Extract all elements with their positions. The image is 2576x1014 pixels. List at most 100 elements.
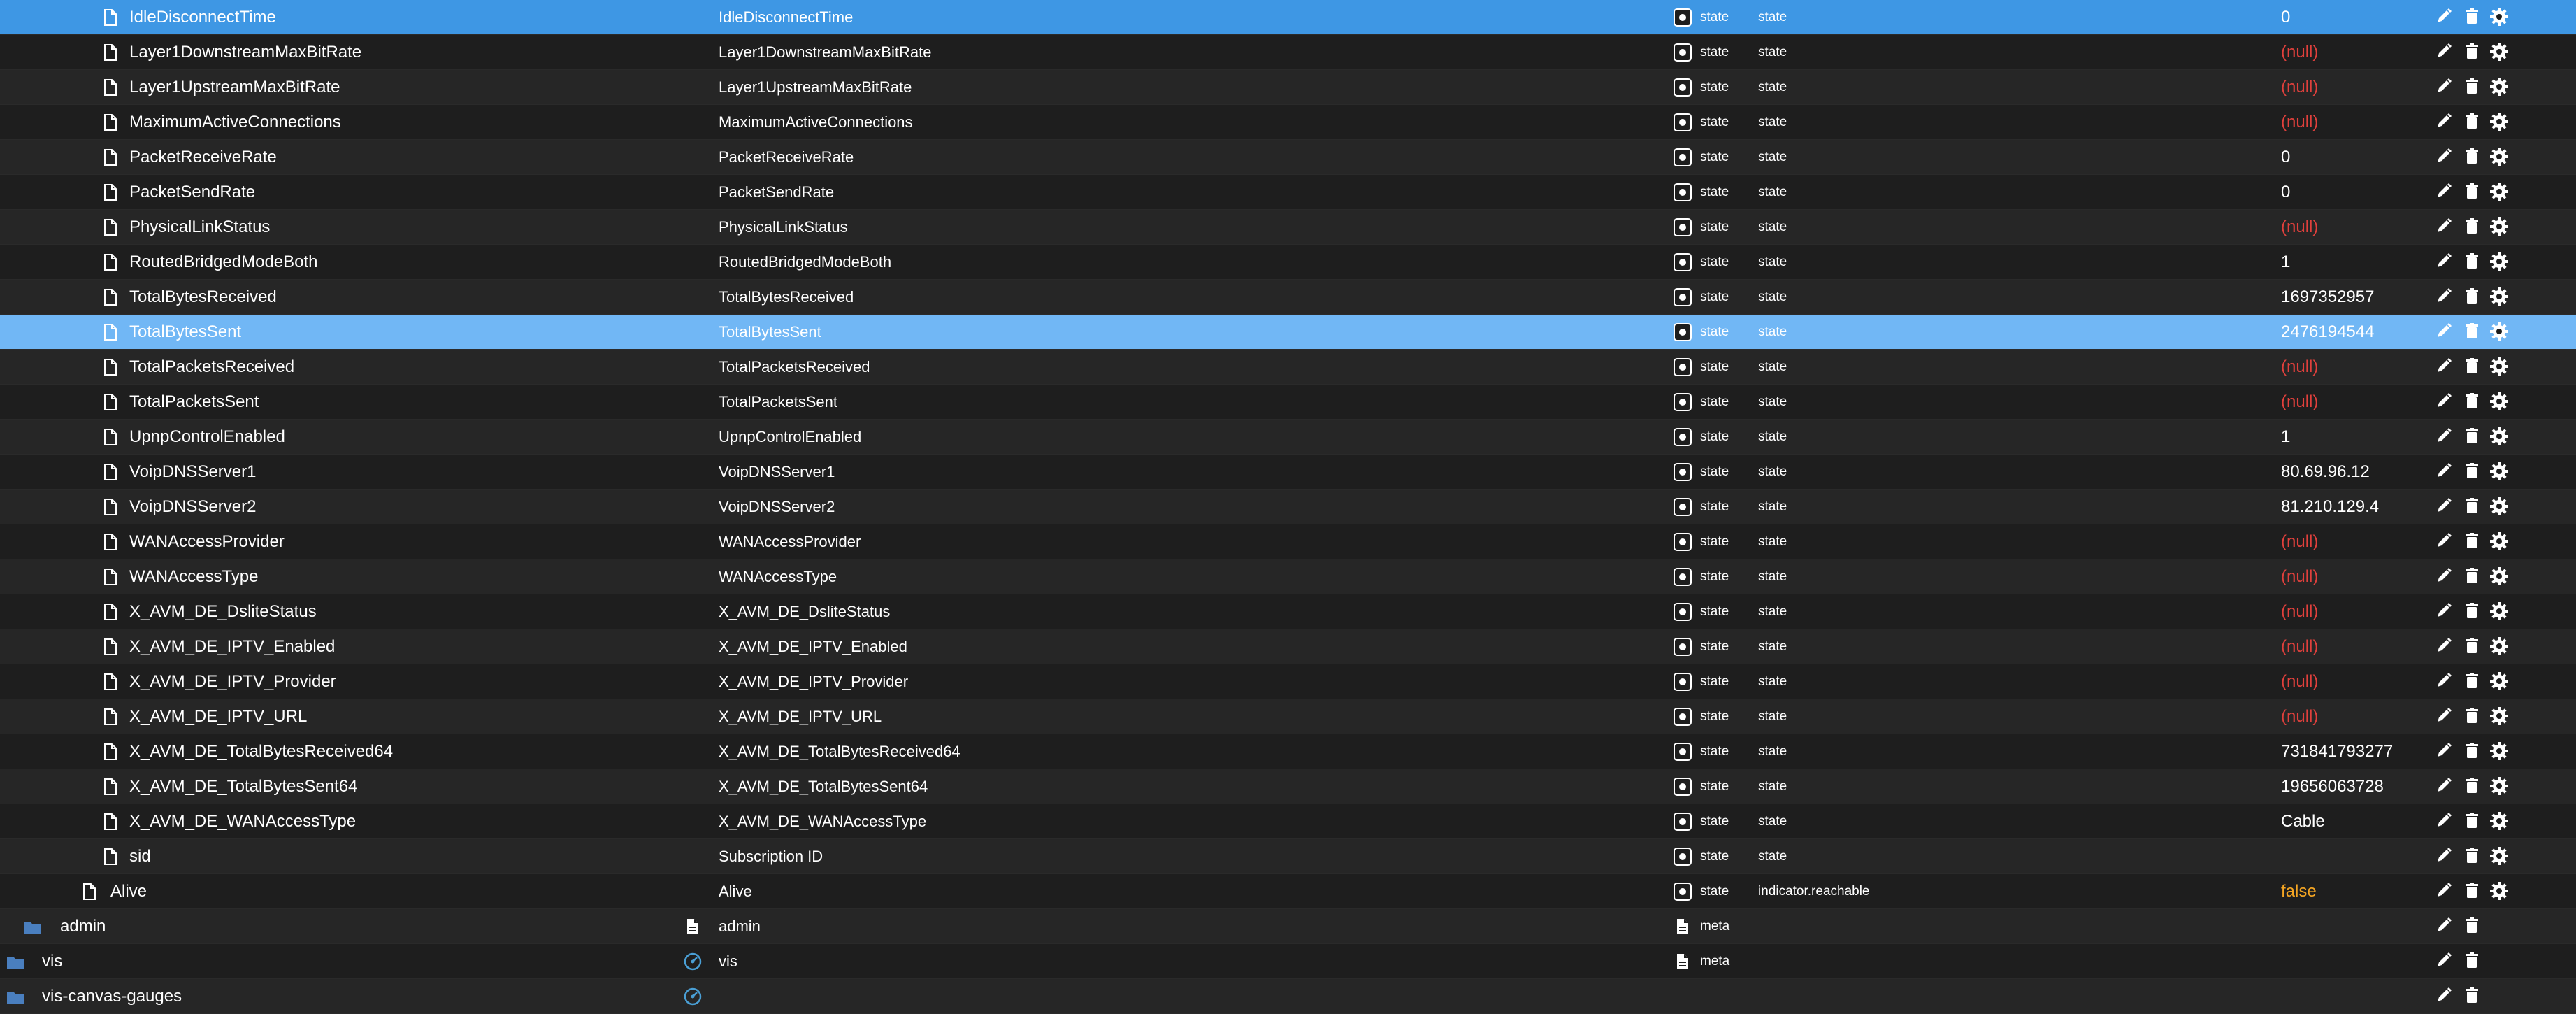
tree-row[interactable]: Layer1DownstreamMaxBitRate Layer1Downstre…	[0, 35, 2576, 70]
tree-row[interactable]: X_AVM_DE_IPTV_Enabled X_AVM_DE_IPTV_Enabl…	[0, 629, 2576, 664]
object-name[interactable]: TotalPacketsSent	[129, 385, 259, 420]
tree-row[interactable]: sid Subscription ID state state	[0, 839, 2576, 874]
object-name[interactable]: sid	[129, 839, 151, 874]
object-value[interactable]: 80.69.96.12	[2281, 455, 2370, 490]
tree-row[interactable]: TotalBytesSent TotalBytesSent state state 24…	[0, 315, 2576, 350]
tree-row[interactable]: TotalPacketsReceived TotalPacketsReceived…	[0, 350, 2576, 385]
object-value[interactable]: (null)	[2281, 559, 2318, 594]
tree-row[interactable]: WANAccessProvider WANAccessProvider state s…	[0, 524, 2576, 559]
object-name[interactable]: vis	[42, 944, 62, 979]
tree-row[interactable]: VoipDNSServer1 VoipDNSServer1 state state 80…	[0, 455, 2576, 490]
edit-icon[interactable]	[2435, 287, 2454, 306]
delete-icon[interactable]	[2463, 8, 2482, 26]
settings-icon[interactable]	[2490, 532, 2508, 550]
settings-icon[interactable]	[2490, 672, 2508, 690]
object-name[interactable]: UpnpControlEnabled	[129, 420, 285, 455]
object-value[interactable]: 0	[2281, 175, 2290, 210]
object-value[interactable]: (null)	[2281, 664, 2318, 699]
edit-icon[interactable]	[2435, 322, 2454, 341]
edit-icon[interactable]	[2435, 882, 2454, 900]
object-value[interactable]: (null)	[2281, 594, 2318, 629]
settings-icon[interactable]	[2490, 357, 2508, 376]
edit-icon[interactable]	[2435, 8, 2454, 26]
folder-icon[interactable]	[22, 917, 41, 936]
object-value[interactable]: (null)	[2281, 350, 2318, 385]
tree-row[interactable]: TotalPacketsSent TotalPacketsSent state sta…	[0, 385, 2576, 420]
tree-row[interactable]: WANAccessType WANAccessType state state (nul…	[0, 559, 2576, 594]
object-name[interactable]: vis-canvas-gauges	[42, 979, 182, 1014]
edit-icon[interactable]	[2435, 707, 2454, 725]
object-name[interactable]: X_AVM_DE_IPTV_Provider	[129, 664, 336, 699]
object-name[interactable]: TotalBytesReceived	[129, 280, 277, 315]
edit-icon[interactable]	[2435, 637, 2454, 655]
tree-row[interactable]: VoipDNSServer2 VoipDNSServer2 state state 81…	[0, 490, 2576, 524]
object-value[interactable]: (null)	[2281, 35, 2318, 70]
settings-icon[interactable]	[2490, 602, 2508, 620]
object-name[interactable]: Alive	[110, 874, 147, 909]
folder-icon[interactable]	[6, 987, 24, 1006]
delete-icon[interactable]	[2463, 987, 2482, 1005]
edit-icon[interactable]	[2435, 252, 2454, 271]
tree-row[interactable]: PacketSendRate PacketSendRate state state 0	[0, 175, 2576, 210]
settings-icon[interactable]	[2490, 742, 2508, 760]
object-value[interactable]: 0	[2281, 140, 2290, 175]
object-name[interactable]: X_AVM_DE_DsliteStatus	[129, 594, 317, 629]
edit-icon[interactable]	[2435, 812, 2454, 830]
object-name[interactable]: Layer1UpstreamMaxBitRate	[129, 70, 340, 105]
delete-icon[interactable]	[2463, 252, 2482, 271]
delete-icon[interactable]	[2463, 602, 2482, 620]
edit-icon[interactable]	[2435, 567, 2454, 585]
object-name[interactable]: IdleDisconnectTime	[129, 0, 276, 35]
settings-icon[interactable]	[2490, 462, 2508, 480]
delete-icon[interactable]	[2463, 148, 2482, 166]
delete-icon[interactable]	[2463, 78, 2482, 96]
delete-icon[interactable]	[2463, 917, 2482, 935]
delete-icon[interactable]	[2463, 777, 2482, 795]
delete-icon[interactable]	[2463, 462, 2482, 480]
object-value[interactable]: Cable	[2281, 804, 2325, 839]
object-name[interactable]: TotalBytesSent	[129, 315, 241, 350]
tree-row[interactable]: PhysicalLinkStatus PhysicalLinkStatus stat…	[0, 210, 2576, 245]
tree-row[interactable]: MaximumActiveConnections MaximumActiveCon…	[0, 105, 2576, 140]
tree-row[interactable]: PacketReceiveRate PacketReceiveRate state s…	[0, 140, 2576, 175]
settings-icon[interactable]	[2490, 252, 2508, 271]
delete-icon[interactable]	[2463, 217, 2482, 236]
settings-icon[interactable]	[2490, 113, 2508, 131]
object-name[interactable]: X_AVM_DE_TotalBytesSent64	[129, 769, 357, 804]
object-value[interactable]: 19656063728	[2281, 769, 2384, 804]
settings-icon[interactable]	[2490, 78, 2508, 96]
edit-icon[interactable]	[2435, 917, 2454, 935]
edit-icon[interactable]	[2435, 392, 2454, 410]
edit-icon[interactable]	[2435, 357, 2454, 376]
edit-icon[interactable]	[2435, 742, 2454, 760]
settings-icon[interactable]	[2490, 637, 2508, 655]
settings-icon[interactable]	[2490, 8, 2508, 26]
tree-row[interactable]: Layer1UpstreamMaxBitRate Layer1UpstreamMa…	[0, 70, 2576, 105]
delete-icon[interactable]	[2463, 882, 2482, 900]
settings-icon[interactable]	[2490, 497, 2508, 515]
tree-row[interactable]: RoutedBridgedModeBoth RoutedBridgedModeBo…	[0, 245, 2576, 280]
delete-icon[interactable]	[2463, 532, 2482, 550]
tree-row[interactable]: IdleDisconnectTime IdleDisconnectTime stat…	[0, 0, 2576, 35]
delete-icon[interactable]	[2463, 427, 2482, 445]
delete-icon[interactable]	[2463, 847, 2482, 865]
edit-icon[interactable]	[2435, 777, 2454, 795]
object-name[interactable]: X_AVM_DE_TotalBytesReceived64	[129, 734, 393, 769]
object-name[interactable]: PacketReceiveRate	[129, 140, 277, 175]
settings-icon[interactable]	[2490, 217, 2508, 236]
object-name[interactable]: Layer1DownstreamMaxBitRate	[129, 35, 361, 70]
object-value[interactable]: false	[2281, 874, 2317, 909]
object-value[interactable]: 1697352957	[2281, 280, 2374, 315]
delete-icon[interactable]	[2463, 113, 2482, 131]
settings-icon[interactable]	[2490, 322, 2508, 341]
object-value[interactable]: 0	[2281, 0, 2290, 35]
edit-icon[interactable]	[2435, 78, 2454, 96]
settings-icon[interactable]	[2490, 847, 2508, 865]
settings-icon[interactable]	[2490, 777, 2508, 795]
object-value[interactable]: (null)	[2281, 699, 2318, 734]
delete-icon[interactable]	[2463, 812, 2482, 830]
delete-icon[interactable]	[2463, 357, 2482, 376]
delete-icon[interactable]	[2463, 952, 2482, 970]
object-value[interactable]: 1	[2281, 420, 2290, 455]
tree-row[interactable]: X_AVM_DE_TotalBytesSent64 X_AVM_DE_TotalB…	[0, 769, 2576, 804]
